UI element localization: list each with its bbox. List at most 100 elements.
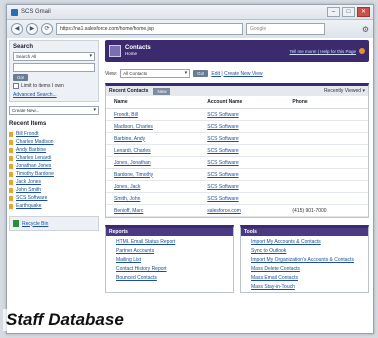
recent-item-label[interactable]: Jonathan Jones (16, 163, 51, 169)
navigation-bar: ◀ ▶ ⟳ https://na1.salesforce.com/home/ho… (7, 20, 373, 39)
help-icon[interactable] (359, 48, 365, 54)
phone (284, 180, 368, 193)
new-contact-button[interactable]: New (153, 87, 171, 95)
browser-search-input[interactable]: Google (246, 23, 325, 35)
tool-link[interactable]: Mass Stay-in-Touch (251, 283, 368, 292)
account-name[interactable]: SCS Software (199, 156, 285, 169)
contact-name[interactable]: Lenardi, Charles (106, 144, 200, 157)
search-scope-select[interactable]: Search All (13, 52, 95, 61)
page-content: Search Search All Go! Limit to items I o… (7, 38, 373, 333)
contact-name[interactable]: Jones, Jonathan (106, 156, 200, 169)
contacts-header: Contacts Home Tell me more! | Help for t… (105, 40, 369, 62)
record-icon (9, 147, 13, 153)
account-name[interactable]: salesforce.com (199, 204, 285, 217)
tool-link[interactable]: Mass Email Contacts (251, 274, 368, 283)
tools-title: Tools (241, 228, 368, 236)
view-label: View: (105, 70, 118, 77)
recycle-bin-label[interactable]: Recycle Bin (22, 221, 48, 227)
recent-item-label[interactable]: Timothy Bardone (16, 171, 54, 177)
maximize-button[interactable]: □ (342, 7, 355, 17)
create-new-select[interactable]: Create New... (9, 106, 99, 115)
recent-item-label[interactable]: John Smith (16, 187, 41, 193)
tool-link[interactable]: Import My Accounts & Contacts (251, 238, 368, 247)
reload-button[interactable]: ⟳ (41, 23, 53, 35)
recent-item[interactable]: John Smith (9, 186, 99, 194)
main-content: Contacts Home Tell me more! | Help for t… (105, 40, 369, 333)
recent-item[interactable]: Jack Jones (9, 178, 99, 186)
tool-link[interactable]: Mass Delete Contacts (251, 265, 368, 274)
account-name[interactable]: SCS Software (199, 132, 285, 145)
search-go-button[interactable]: Go! (13, 74, 29, 81)
report-link[interactable]: Mailing List (116, 256, 233, 265)
recent-item-label[interactable]: Charles Lenardi (16, 155, 51, 161)
recent-item[interactable]: Charles Madison (9, 138, 99, 146)
recent-item[interactable]: SCS Software (9, 194, 99, 202)
recent-item[interactable]: Earthquake (9, 202, 99, 210)
help-link[interactable]: Tell me more! | Help for this Page (290, 49, 356, 54)
record-icon (9, 171, 13, 177)
address-bar[interactable]: https://na1.salesforce.com/home/home.jsp (56, 23, 243, 35)
account-name[interactable]: SCS Software (199, 120, 285, 133)
contact-name[interactable]: Barbine, Andy (106, 132, 200, 145)
account-name[interactable]: SCS Software (199, 168, 285, 181)
column-header[interactable]: Name (106, 96, 200, 109)
report-link[interactable]: Contact History Report (116, 265, 233, 274)
contact-name[interactable]: Frondt, Bill (106, 108, 200, 121)
recent-item[interactable]: Charles Lenardi (9, 154, 99, 162)
recent-contacts-header: Recent Contacts New Recently Viewed ▾ (106, 86, 368, 96)
recent-item[interactable]: Jonathan Jones (9, 162, 99, 170)
record-icon (9, 187, 13, 193)
recycle-bin-icon (13, 220, 19, 227)
contact-name[interactable]: Benioff, Marc (106, 204, 200, 217)
report-link[interactable]: Bounced Contacts (116, 274, 233, 283)
recent-item-label[interactable]: Andy Barbine (16, 147, 46, 153)
view-row: View: All Contacts Go! Edit | Create New… (105, 69, 369, 78)
browser-window: SCS Gmail – □ ✕ ◀ ▶ ⟳ https://na1.salesf… (6, 4, 374, 334)
recent-item-label[interactable]: Bill Frondt (16, 131, 39, 137)
account-name[interactable]: SCS Software (199, 144, 285, 157)
recent-items: Recent Items Bill Frondt Charles Madison… (9, 121, 99, 210)
minimize-button[interactable]: – (327, 7, 340, 17)
contact-name[interactable]: Smith, John (106, 192, 200, 205)
view-links[interactable]: Edit | Create New View (211, 71, 262, 77)
recently-viewed-select[interactable]: Recently Viewed ▾ (324, 88, 365, 94)
tool-link[interactable]: Sync to Outlook (251, 247, 368, 256)
account-name[interactable]: SCS Software (199, 192, 285, 205)
advanced-search-link[interactable]: Advanced Search... (13, 92, 95, 98)
report-link[interactable]: HTML Email Status Report (116, 238, 233, 247)
limit-checkbox[interactable] (13, 83, 19, 89)
recent-items-title: Recent Items (9, 121, 47, 127)
table-row: Jones, Jonathan SCS Software (106, 156, 368, 169)
recent-item-label[interactable]: Charles Madison (16, 139, 54, 145)
recent-item[interactable]: Bill Frondt (9, 130, 99, 138)
contact-name[interactable]: Madison, Charles (106, 120, 200, 133)
tools-gear-icon[interactable]: ⚙ (362, 25, 369, 34)
column-header[interactable]: Phone (284, 96, 368, 109)
account-name[interactable]: SCS Software (199, 180, 285, 193)
view-go-button[interactable]: Go! (193, 70, 209, 77)
tab-title[interactable]: SCS Gmail (21, 9, 51, 15)
contact-name[interactable]: Bardone, Timothy (106, 168, 200, 181)
recent-contacts-title: Recent Contacts (109, 88, 149, 94)
column-header[interactable]: Account Name (199, 96, 285, 109)
close-button[interactable]: ✕ (357, 7, 370, 17)
forward-button[interactable]: ▶ (26, 23, 38, 35)
tool-link[interactable]: Import My Organization's Accounts & Cont… (251, 256, 368, 265)
recent-item-label[interactable]: Earthquake (16, 203, 42, 209)
phone (284, 144, 368, 157)
contact-name[interactable]: Jones, Jack (106, 180, 200, 193)
report-link[interactable]: Partner Accounts (116, 247, 233, 256)
view-select[interactable]: All Contacts (120, 69, 191, 78)
recent-item-label[interactable]: Jack Jones (16, 179, 41, 185)
search-input[interactable] (13, 63, 95, 72)
recent-item[interactable]: Timothy Bardone (9, 170, 99, 178)
account-name[interactable]: SCS Software (199, 108, 285, 121)
recycle-bin[interactable]: Recycle Bin (9, 216, 99, 231)
table-row: Benioff, Marc salesforce.com (415) 901-700… (106, 204, 368, 217)
limit-checkbox-row[interactable]: Limit to items I own (13, 83, 95, 89)
recent-item-label[interactable]: SCS Software (16, 195, 47, 201)
recent-item[interactable]: Andy Barbine (9, 146, 99, 154)
back-button[interactable]: ◀ (11, 23, 23, 35)
tab-favicon-icon (11, 8, 18, 16)
phone (284, 108, 368, 121)
